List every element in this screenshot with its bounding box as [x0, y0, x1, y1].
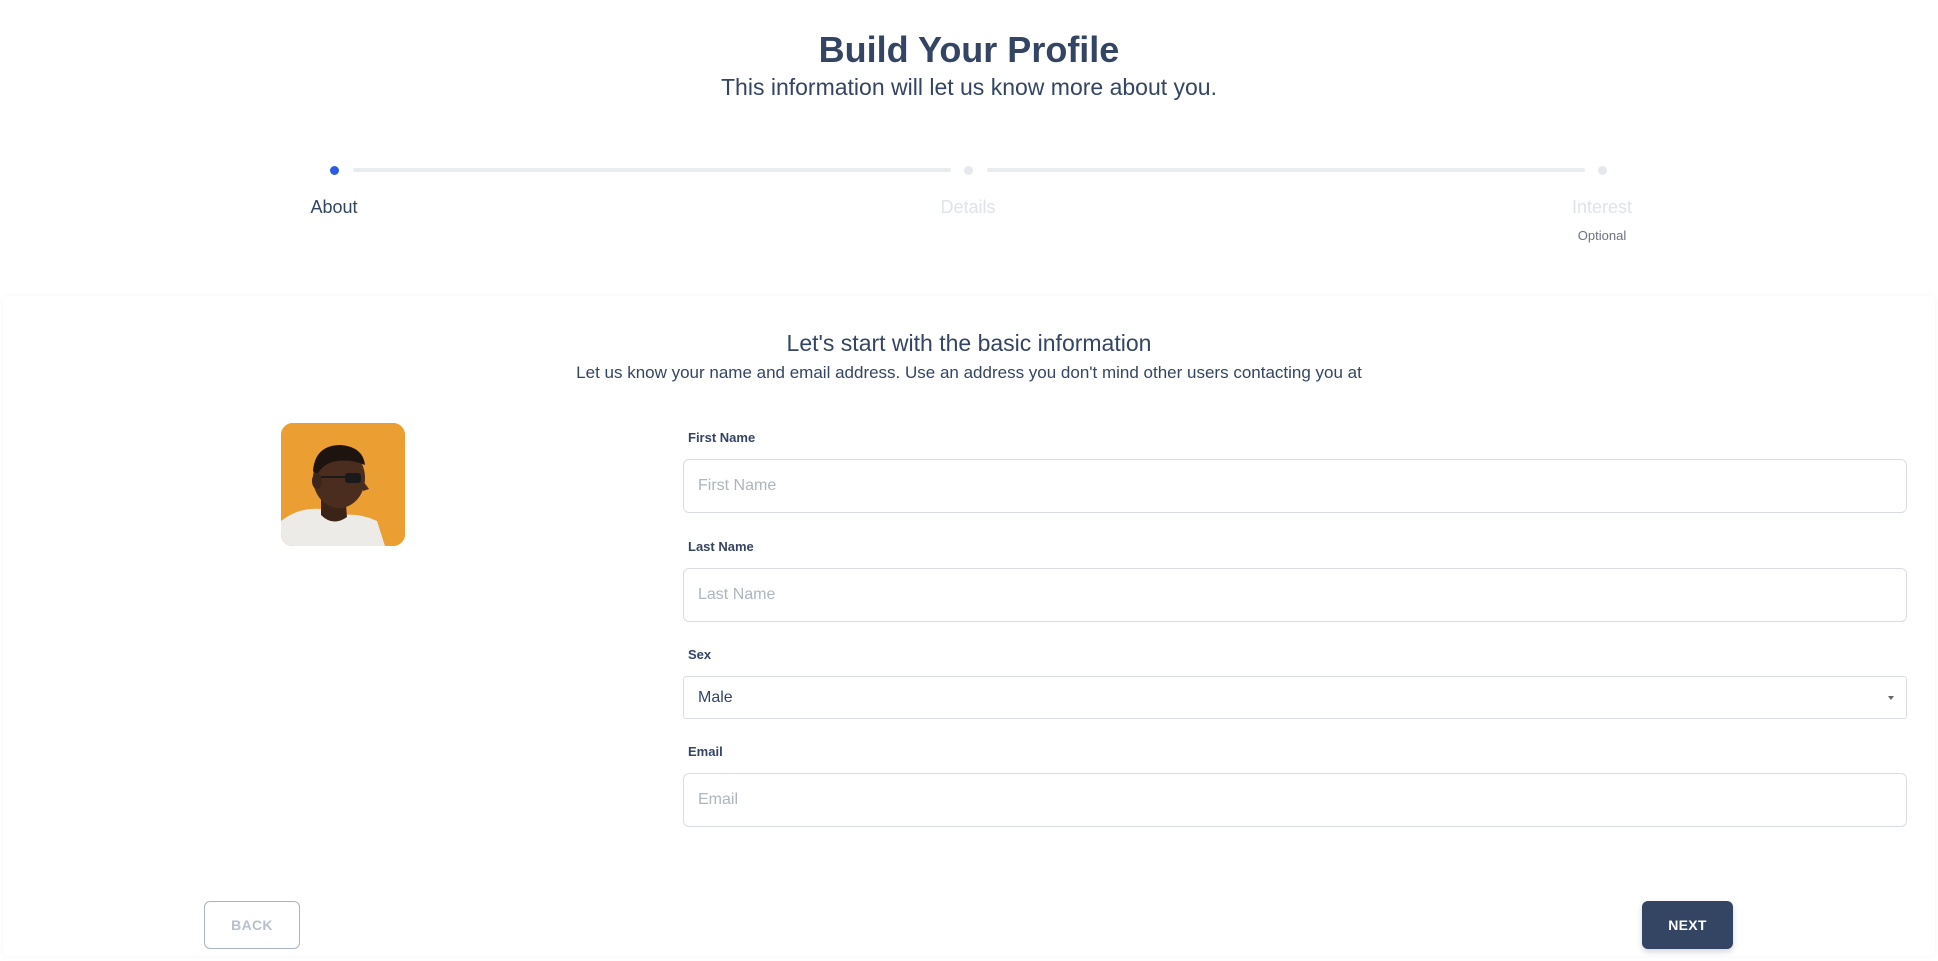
stepper-track-2 — [987, 168, 1585, 172]
profile-wizard-page: Build Your Profile This information will… — [0, 0, 1938, 961]
email-label: Email — [688, 744, 723, 759]
sex-label: Sex — [688, 647, 712, 662]
step-dot-details[interactable] — [964, 166, 973, 175]
step-label-interest[interactable]: Interest — [1572, 196, 1632, 218]
chevron-down-icon — [1888, 696, 1894, 700]
step-label-about[interactable]: About — [310, 196, 357, 218]
email-input[interactable] — [683, 773, 1907, 827]
step-dot-about[interactable] — [330, 166, 339, 175]
back-button[interactable]: Back — [204, 901, 300, 949]
card-description: Let us know your name and email address.… — [576, 363, 1362, 382]
stepper-track-1 — [353, 168, 951, 172]
page-title: Build Your Profile — [818, 29, 1120, 70]
card-title: Let's start with the basic information — [786, 330, 1152, 356]
step-optional-note: Optional — [1577, 228, 1627, 243]
page-subtitle: This information will let us know more a… — [721, 74, 1217, 100]
avatar-photo — [281, 423, 405, 546]
avatar[interactable] — [281, 423, 405, 546]
step-dot-interest[interactable] — [1598, 166, 1607, 175]
last-name-label: Last Name — [688, 539, 754, 554]
last-name-input[interactable] — [683, 568, 1907, 622]
first-name-input[interactable] — [683, 459, 1907, 513]
form-card — [3, 296, 1935, 956]
step-label-details[interactable]: Details — [940, 196, 995, 218]
first-name-label: First Name — [688, 430, 756, 445]
sex-select-value: Male — [698, 689, 733, 706]
next-button[interactable]: Next — [1642, 901, 1733, 949]
sex-select[interactable]: Male — [683, 676, 1907, 719]
